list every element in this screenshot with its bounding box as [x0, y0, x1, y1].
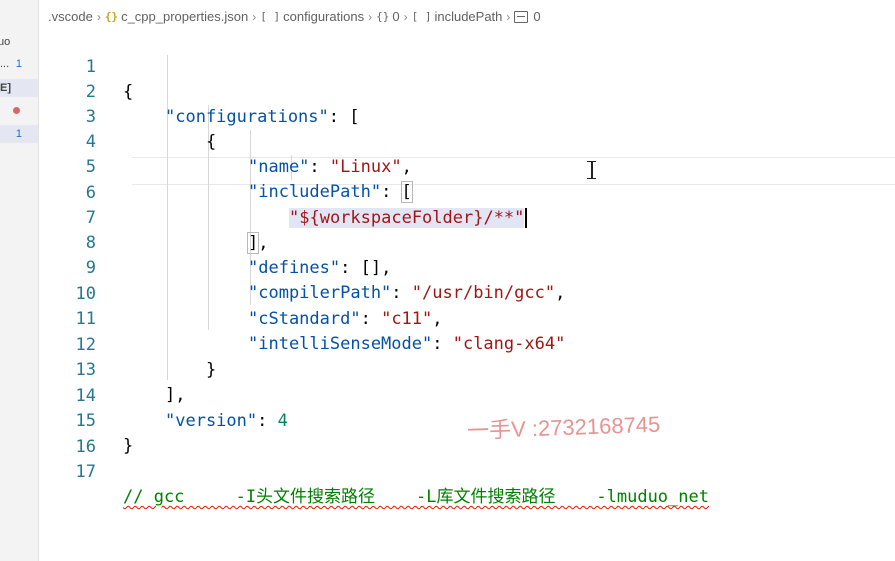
- watermark-text: 一手V :2732168745: [466, 411, 661, 444]
- comment-text: // gcc -I头文件搜索路径 -L库文件搜索路径 -lmuduo_net: [123, 487, 709, 507]
- code-line: 3 {: [40, 80, 895, 152]
- chevron-right-icon: ›: [96, 10, 101, 24]
- problem-count-badge: 1: [15, 128, 22, 140]
- explorer-sidebar: uo ... 1 E] 1: [0, 0, 39, 561]
- code-line: 11 "intelliSenseMode": "clang-x64": [40, 282, 895, 354]
- code-line: 5 "includePath": [: [40, 130, 895, 203]
- array-icon: [ ]: [260, 10, 281, 23]
- modified-dot-icon: [13, 107, 20, 114]
- sidebar-section-header[interactable]: E]: [0, 79, 38, 97]
- code-line: 12 }: [40, 308, 895, 380]
- breadcrumb-item-value-index[interactable]: 0: [533, 6, 540, 28]
- breadcrumb-item-includepath[interactable]: includePath: [434, 6, 502, 28]
- code-editor[interactable]: 1 { 2 "configurations": [ 3 { 4 "name": …: [40, 30, 895, 561]
- sidebar-item-label: E]: [0, 82, 11, 94]
- sidebar-item[interactable]: ... 1: [0, 55, 38, 73]
- code-line: 10 "cStandard": "c11",: [40, 257, 895, 329]
- code-line-current: 6 "${workspaceFolder}/**": [40, 156, 895, 228]
- code-line: 4 "name": "Linux",: [40, 105, 895, 177]
- chevron-right-icon: ›: [368, 10, 373, 24]
- string-value-icon: [514, 11, 529, 23]
- object-icon: {}: [376, 10, 390, 23]
- sidebar-item[interactable]: 1: [0, 125, 38, 143]
- json-file-icon: {}: [104, 10, 119, 23]
- code-line: 14 "version": 4: [40, 359, 895, 431]
- breadcrumb-item-file[interactable]: c_cpp_properties.json: [121, 6, 248, 28]
- breadcrumb-item-vscode[interactable]: .vscode: [48, 6, 93, 28]
- code-line: 7 ],: [40, 181, 895, 254]
- sidebar-item[interactable]: [0, 102, 38, 120]
- sidebar-item-label: uo: [0, 36, 11, 48]
- line-number: 17: [75, 462, 96, 482]
- code-text: // gcc -I头文件搜索路径 -L库文件搜索路径 -lmuduo_net: [123, 485, 709, 510]
- sidebar-item-label: ...: [0, 58, 10, 70]
- problem-count-badge: 1: [15, 58, 22, 70]
- code-line: 15 }: [40, 384, 895, 456]
- array-icon: [ ]: [411, 10, 432, 23]
- breadcrumb: .vscode › {} c_cpp_properties.json › [ ]…: [48, 6, 541, 28]
- code-line: 8 "defines": [],: [40, 206, 895, 278]
- breadcrumb-item-index[interactable]: 0: [392, 6, 399, 28]
- code-line: 2 "configurations": [: [40, 55, 895, 127]
- code-line: 13 ],: [40, 333, 895, 405]
- ibeam-cursor-icon: [586, 160, 598, 180]
- sidebar-item[interactable]: uo: [0, 33, 36, 51]
- chevron-right-icon: ›: [506, 10, 511, 24]
- breadcrumb-item-configurations[interactable]: configurations: [283, 6, 364, 28]
- chevron-right-icon: ›: [252, 10, 257, 24]
- chevron-right-icon: ›: [403, 10, 408, 24]
- code-line: 9 "compilerPath": "/usr/bin/gcc",: [40, 231, 895, 303]
- code-line: 1 {: [40, 30, 895, 102]
